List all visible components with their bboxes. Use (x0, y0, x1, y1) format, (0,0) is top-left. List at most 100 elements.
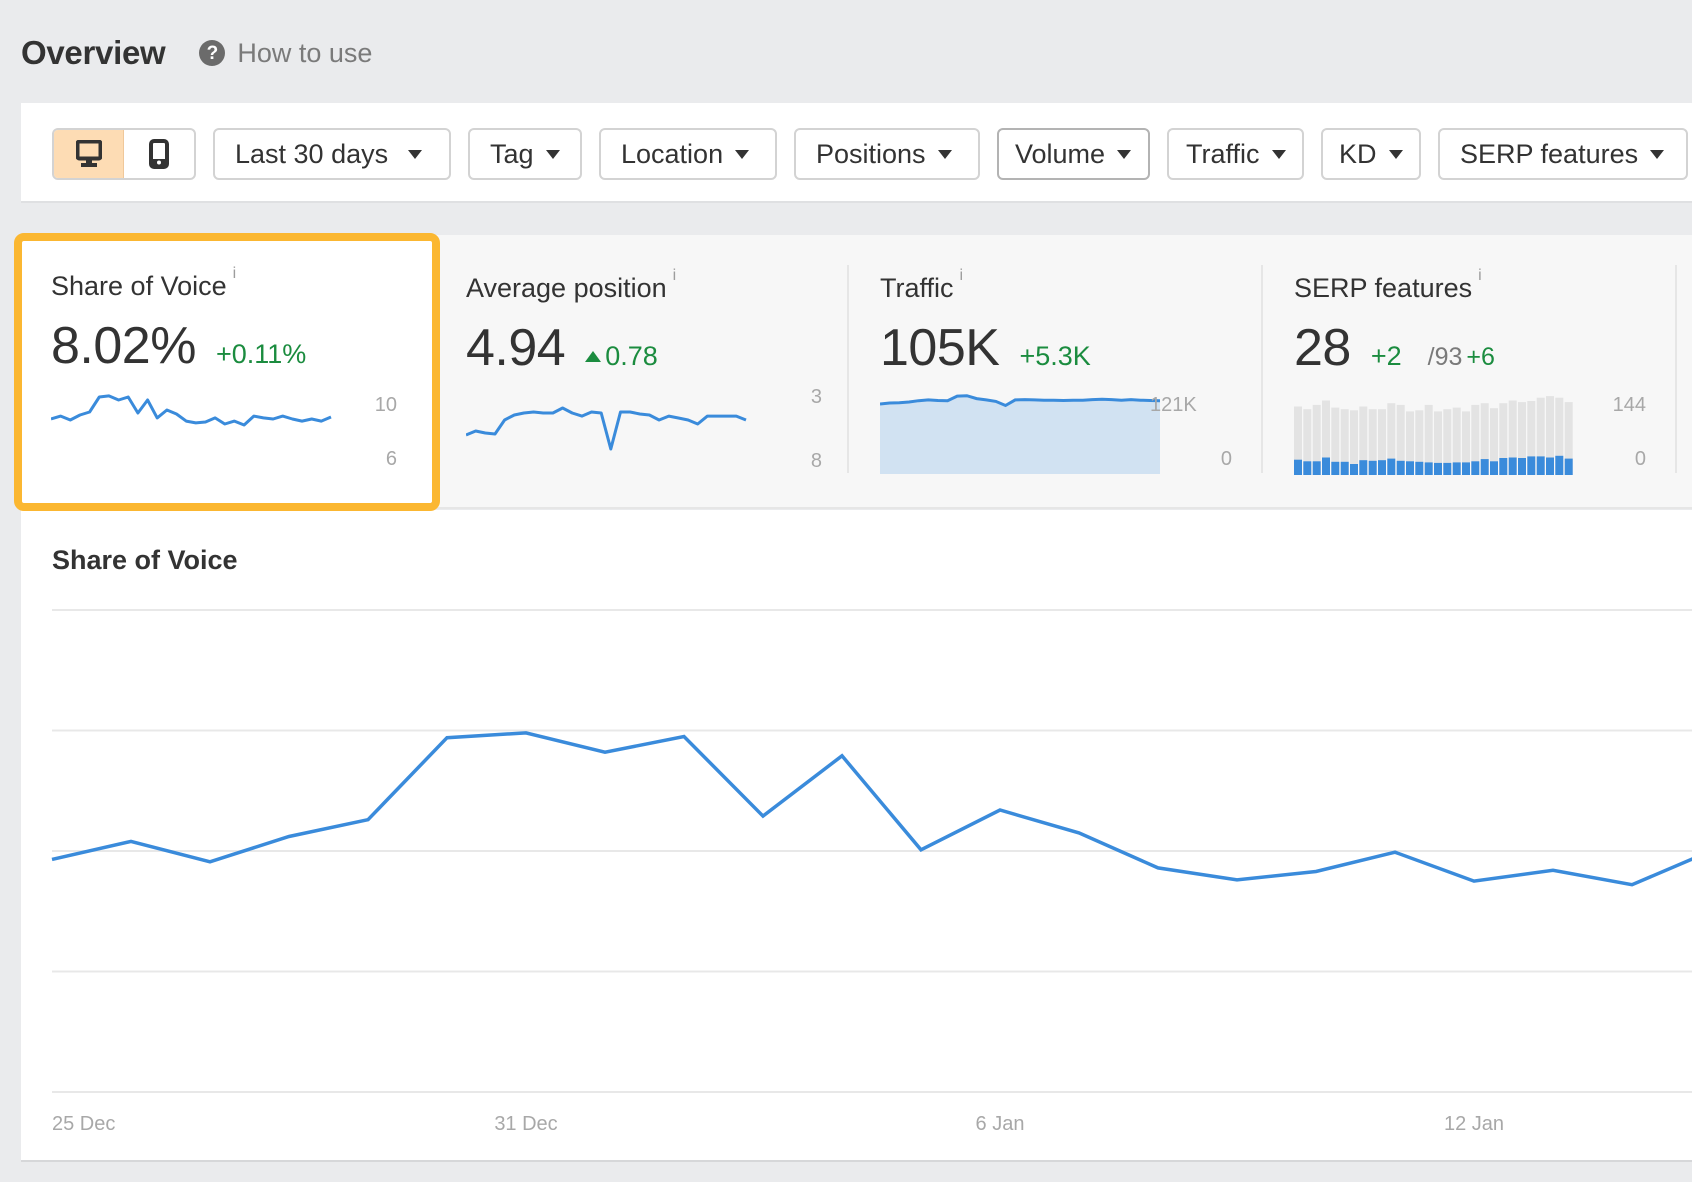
bar-owned (1508, 457, 1517, 475)
card-title: Average position i (466, 267, 676, 304)
bar-owned (1387, 458, 1396, 475)
series-line (51, 731, 1692, 887)
location-label: Location (621, 138, 724, 169)
bar-owned (1490, 461, 1498, 475)
date-range-label: Last 30 days (235, 138, 389, 169)
caret-down-icon (735, 149, 750, 159)
info-icon[interactable]: i (1478, 267, 1482, 284)
page-header: Overview ? How to use (21, 28, 372, 78)
positions-dropdown[interactable]: Positions (794, 128, 980, 180)
bar-owned (1564, 458, 1573, 475)
average-position-card[interactable]: Average position i 4.94 0.78 3 8 (466, 235, 846, 509)
desktop-button[interactable] (54, 130, 124, 178)
date-range-dropdown[interactable]: Last 30 days (213, 128, 451, 180)
card-value: 8.02% (51, 317, 196, 375)
card-value: 105K (880, 319, 1000, 377)
sparkline-line (51, 394, 332, 427)
share-of-voice-card[interactable]: Share of Voice i 8.02% +0.11% 10 6 (14, 233, 440, 511)
card-title: Traffic i (880, 267, 963, 304)
serp-features-bar-sparkline (1294, 396, 1573, 475)
bar-owned (1378, 460, 1386, 475)
card-delta: 0.78 (585, 341, 658, 372)
bar-owned (1480, 459, 1489, 475)
location-dropdown[interactable]: Location (599, 128, 777, 180)
bar-owned (1462, 462, 1470, 475)
bar-owned (1443, 462, 1452, 475)
traffic-label: Traffic (1186, 138, 1260, 169)
bar-owned (1555, 455, 1564, 475)
x-tick-label: 12 Jan (1444, 1113, 1504, 1135)
filter-bar: Last 30 days Tag Location Positions Volu… (52, 128, 1692, 180)
filter-panel: Last 30 days Tag Location Positions Volu… (21, 103, 1692, 203)
info-icon[interactable]: i (233, 265, 237, 282)
volume-dropdown[interactable]: Volume (997, 128, 1150, 180)
card-value-row: 4.94 0.78 (466, 318, 658, 378)
card-delta: +5.3K (1019, 341, 1091, 371)
kd-dropdown[interactable]: KD (1321, 128, 1421, 180)
share-of-voice-sparkline (51, 394, 332, 427)
card-total: /93 (1427, 343, 1463, 371)
positions-label: Positions (816, 138, 926, 169)
bar-owned (1359, 460, 1368, 475)
card-divider (847, 265, 849, 473)
card-divider (1261, 265, 1263, 473)
card-value-row: 28 +2 /93 +6 (1294, 318, 1495, 378)
bar-owned (1518, 458, 1526, 475)
bar-owned (1415, 461, 1424, 475)
volume-label: Volume (1015, 138, 1106, 169)
bar-owned (1340, 461, 1349, 475)
mobile-button[interactable] (124, 130, 194, 178)
card-value: 28 (1294, 319, 1351, 377)
card-title: Share of Voice i (51, 265, 236, 302)
caret-down-icon (408, 149, 423, 159)
desktop-icon (75, 140, 102, 167)
bar-owned (1536, 456, 1545, 475)
bar-owned (1471, 461, 1480, 475)
sparkline-area (880, 395, 1160, 474)
share-of-voice-line-chart[interactable]: 25 Dec 31 Dec 6 Jan 12 Jan (21, 510, 1692, 1162)
traffic-dropdown[interactable]: Traffic (1167, 128, 1304, 180)
axis-top-label: 3 (810, 386, 822, 408)
card-total-delta: +6 (1466, 343, 1495, 371)
sparkline-line (466, 406, 747, 451)
serp-features-card[interactable]: SERP features i 28 +2 /93 +6 144 0 (1294, 235, 1674, 509)
bar-owned (1303, 461, 1312, 475)
bar-owned (1312, 461, 1321, 475)
traffic-card[interactable]: Traffic i 105K +5.3K 121K 0 (880, 235, 1260, 509)
average-position-sparkline (466, 406, 747, 451)
axis-max-label: 10 (374, 394, 397, 416)
axis-max-label: 144 (1612, 394, 1646, 416)
bar-owned (1527, 456, 1536, 475)
card-value: 4.94 (466, 319, 566, 377)
question-circle-icon: ? (199, 40, 226, 66)
card-delta-value: 0.78 (605, 341, 658, 371)
x-tick-label: 31 Dec (494, 1113, 557, 1135)
how-to-use-link[interactable]: ? How to use (199, 38, 372, 69)
bar-owned (1350, 464, 1358, 475)
bar-owned (1452, 462, 1461, 475)
mobile-icon (149, 139, 169, 169)
bar-owned (1406, 461, 1414, 475)
device-toggle (52, 128, 196, 180)
tag-dropdown[interactable]: Tag (468, 128, 582, 180)
card-divider (1675, 265, 1677, 473)
caret-down-icon (1650, 149, 1665, 159)
info-icon[interactable]: i (960, 267, 964, 284)
share-of-voice-chart-panel: Share of Voice 25 Dec 31 Dec 6 Jan 12 Jan (21, 510, 1692, 1162)
caret-down-icon (545, 149, 560, 159)
traffic-area-sparkline (880, 394, 1160, 474)
serp-features-dropdown[interactable]: SERP features (1438, 128, 1688, 180)
info-icon[interactable]: i (673, 267, 677, 284)
bar-owned (1396, 460, 1405, 475)
how-to-use-label: How to use (237, 37, 373, 68)
axis-min-label: 0 (1634, 448, 1646, 470)
bar-owned (1499, 458, 1508, 475)
axis-min-label: 6 (385, 448, 397, 470)
page-title: Overview (21, 34, 166, 71)
caret-down-icon (1388, 149, 1403, 159)
card-title-text: Average position (466, 273, 667, 303)
tag-label: Tag (490, 138, 534, 169)
caret-down-icon (1117, 149, 1132, 159)
bar-owned (1294, 459, 1302, 475)
x-tick-label: 6 Jan (976, 1113, 1025, 1135)
